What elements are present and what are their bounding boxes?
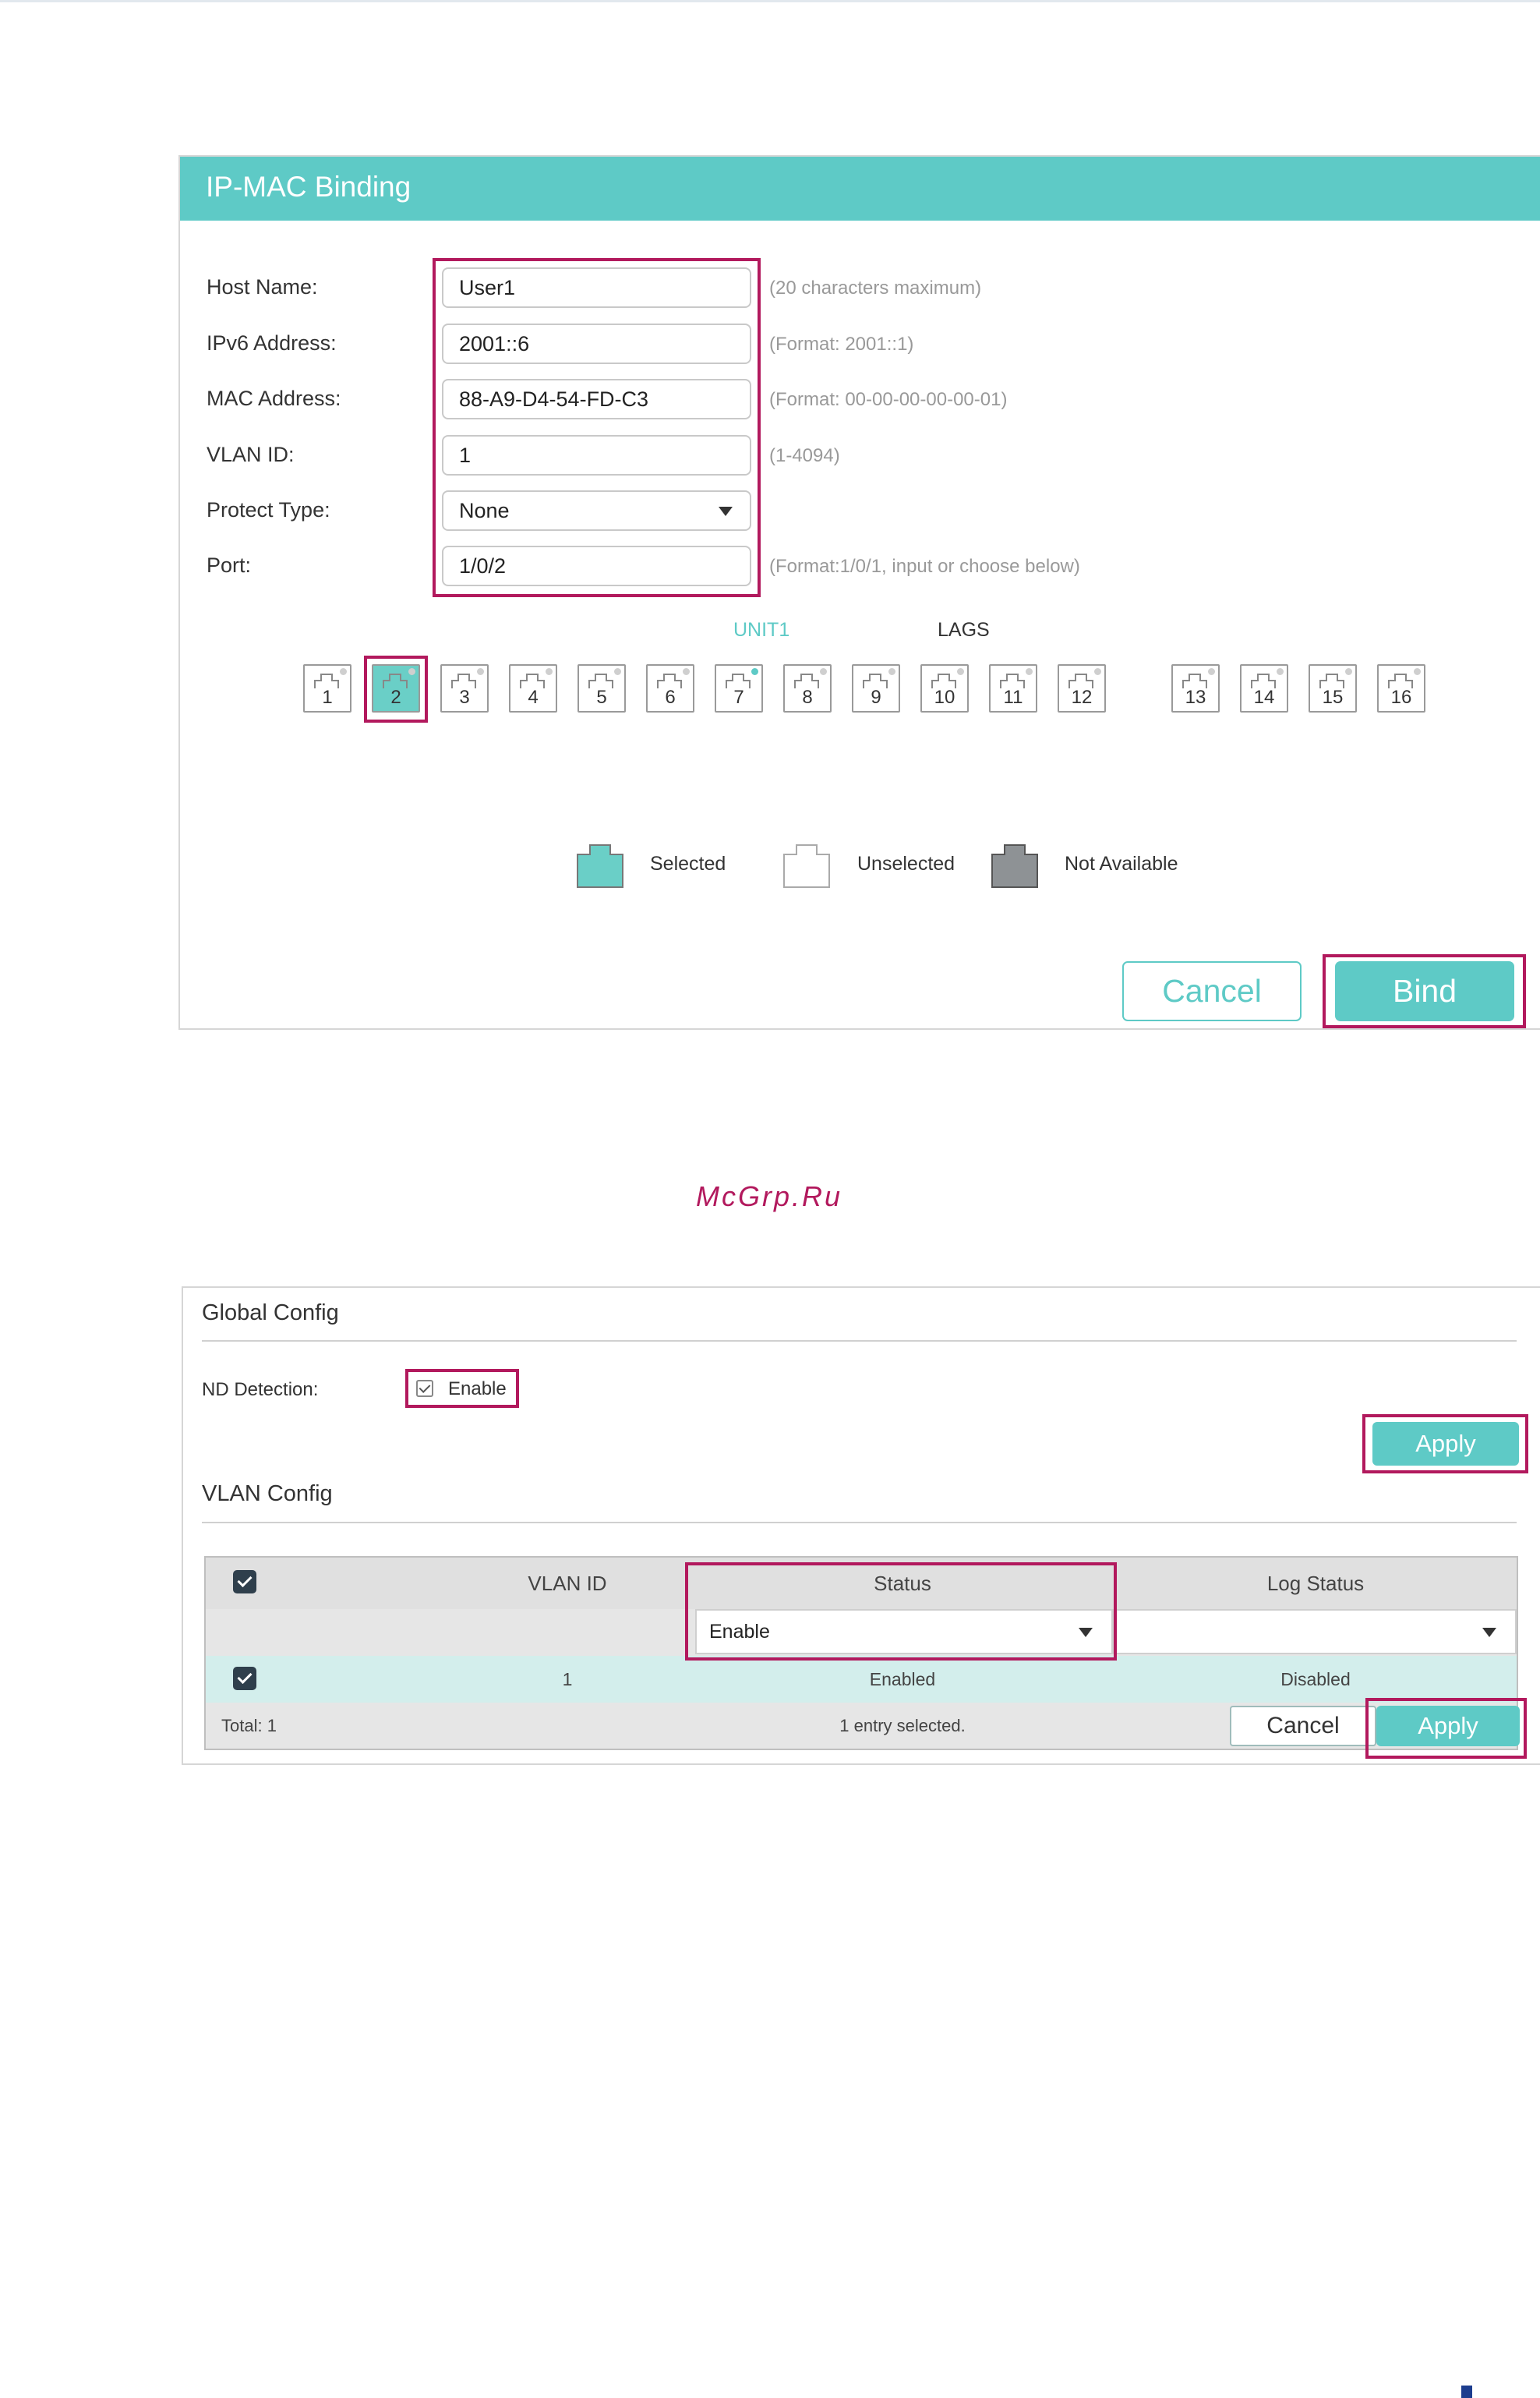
legend-selected-icon: [576, 840, 624, 889]
legend-selected-label: Selected: [650, 853, 726, 875]
log-status-filter-select[interactable]: [1113, 1609, 1517, 1654]
table-apply-highlight: [1365, 1698, 1527, 1759]
port-7[interactable]: 7: [715, 664, 763, 713]
status-highlight: [685, 1562, 1117, 1661]
port-number: 13: [1185, 687, 1206, 708]
port-10[interactable]: 10: [920, 664, 969, 713]
tab-lags[interactable]: LAGS: [938, 619, 990, 642]
global-config-title: Global Config: [202, 1300, 339, 1325]
port-led-icon: [957, 668, 964, 675]
port-1[interactable]: 1: [303, 664, 351, 713]
total-count: Total: 1: [221, 1716, 277, 1735]
port-14[interactable]: 14: [1240, 664, 1288, 713]
port-number: 16: [1390, 687, 1412, 708]
port-hint: (Format:1/0/1, input or choose below): [769, 556, 1080, 577]
enable-highlight: [405, 1369, 519, 1408]
mac-address-hint: (Format: 00-00-00-00-00-01): [769, 389, 1008, 410]
column-log-status: Log Status: [1266, 1572, 1365, 1595]
port-led-icon: [546, 668, 553, 675]
vlan-config-title: VLAN Config: [202, 1481, 333, 1506]
port-led-icon: [1277, 668, 1284, 675]
panel-title: IP-MAC Binding: [206, 171, 411, 203]
cancel-button[interactable]: Cancel: [1122, 961, 1302, 1021]
port-15[interactable]: 15: [1309, 664, 1357, 713]
port-led-icon: [1208, 668, 1215, 675]
global-config-divider: [202, 1340, 1517, 1342]
port-9[interactable]: 9: [852, 664, 900, 713]
row-status: Enabled: [869, 1669, 936, 1689]
port-number: 9: [871, 687, 881, 708]
port-6[interactable]: 6: [646, 664, 694, 713]
legend-unselected-icon: [782, 840, 831, 889]
table-footer: Total: 1 1 entry selected. Cancel Apply: [206, 1703, 1520, 1749]
ipv6-address-label: IPv6 Address:: [207, 331, 337, 355]
port-16[interactable]: 16: [1377, 664, 1425, 713]
protect-type-label: Protect Type:: [207, 498, 330, 522]
port-led-icon: [477, 668, 484, 675]
mac-address-label: MAC Address:: [207, 387, 341, 410]
port-number: 10: [934, 687, 955, 708]
host-name-hint: (20 characters maximum): [769, 278, 982, 299]
column-vlan-id: VLAN ID: [528, 1572, 607, 1595]
port-label: Port:: [207, 554, 252, 577]
vlan-id-label: VLAN ID:: [207, 443, 295, 466]
port-number: 7: [733, 687, 744, 708]
port-number: 15: [1322, 687, 1344, 708]
row-vlan-id: 1: [562, 1669, 573, 1689]
row-log-status: Disabled: [1280, 1669, 1351, 1689]
watermark: McGrp.Ru: [696, 1180, 843, 1212]
selected-port-highlight: [364, 656, 428, 723]
port-led-icon: [614, 668, 621, 675]
port-led-icon: [1094, 668, 1101, 675]
legend-not-available-label: Not Available: [1065, 853, 1178, 875]
legend-not-available-icon: [991, 840, 1039, 889]
ip-mac-binding-panel: IP-MAC Binding Host Name: User1 (20 char…: [178, 155, 1540, 1030]
dropdown-arrow-icon: [1482, 1628, 1496, 1637]
selected-count: 1 entry selected.: [839, 1716, 966, 1735]
global-apply-highlight: [1362, 1414, 1528, 1473]
port-led-icon: [1026, 668, 1033, 675]
port-led-icon: [1414, 668, 1421, 675]
port-led-icon: [888, 668, 895, 675]
port-13[interactable]: 13: [1171, 664, 1220, 713]
tab-unit1[interactable]: UNIT1: [733, 619, 789, 642]
port-led-icon: [340, 668, 347, 675]
vlan-config-divider: [202, 1522, 1517, 1523]
port-4[interactable]: 4: [509, 664, 557, 713]
panel-header: IP-MAC Binding: [180, 157, 1540, 221]
nd-detection-panel: Global Config ND Detection: Enable Apply…: [182, 1286, 1540, 1765]
port-12[interactable]: 12: [1058, 664, 1106, 713]
port-11[interactable]: 11: [989, 664, 1037, 713]
legend-unselected-label: Unselected: [857, 853, 955, 875]
nd-detection-label: ND Detection:: [202, 1379, 319, 1400]
vlan-id-hint: (1-4094): [769, 445, 840, 466]
table-row[interactable]: 1 Enabled Disabled: [206, 1656, 1517, 1704]
host-name-label: Host Name:: [207, 275, 318, 299]
port-number: 8: [802, 687, 813, 708]
port-number: 3: [459, 687, 470, 708]
port-number: 5: [596, 687, 607, 708]
port-number: 11: [1003, 687, 1023, 708]
port-led-icon: [751, 668, 758, 675]
bind-button-highlight: [1323, 954, 1526, 1028]
port-number: 14: [1253, 687, 1275, 708]
select-all-checkbox[interactable]: [233, 1570, 256, 1593]
row-checkbox[interactable]: [233, 1667, 256, 1690]
page-top-rule: [0, 0, 1540, 2]
port-8[interactable]: 8: [783, 664, 832, 713]
port-5[interactable]: 5: [578, 664, 626, 713]
port-number: 12: [1071, 687, 1093, 708]
port-led-icon: [683, 668, 690, 675]
port-number: 1: [322, 687, 333, 708]
port-led-icon: [820, 668, 827, 675]
port-led-icon: [1345, 668, 1352, 675]
inputs-highlight: [433, 258, 761, 597]
port-3[interactable]: 3: [440, 664, 489, 713]
port-number: 6: [665, 687, 676, 708]
ipv6-address-hint: (Format: 2001::1): [769, 334, 914, 355]
page-corner-mark: [1461, 2386, 1472, 2398]
table-cancel-button[interactable]: Cancel: [1230, 1706, 1376, 1746]
port-number: 4: [528, 687, 539, 708]
